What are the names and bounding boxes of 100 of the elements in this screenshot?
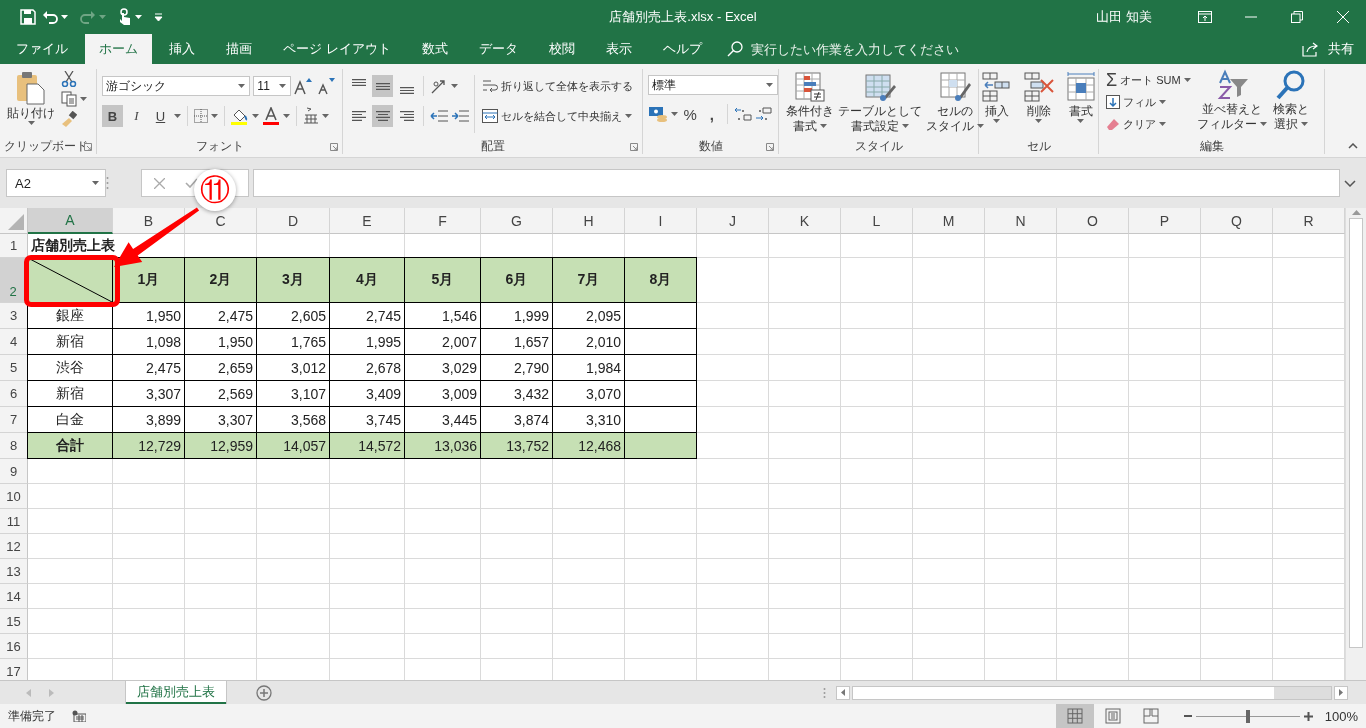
font-size-field[interactable]: 11 [253, 76, 291, 96]
scroll-thumb[interactable] [1349, 218, 1363, 648]
dialog-launcher-icon[interactable] [630, 143, 638, 151]
collapse-ribbon-icon[interactable] [1348, 143, 1358, 149]
increase-decimal-icon[interactable] [734, 106, 752, 122]
row-header[interactable]: 17 [0, 659, 28, 680]
row-header[interactable]: 11 [0, 509, 28, 534]
clear-button[interactable]: クリア [1104, 113, 1193, 135]
cells-button[interactable]: 書式 [1062, 71, 1099, 138]
column-header[interactable]: H [553, 208, 625, 234]
shrink-font-icon[interactable] [317, 77, 337, 95]
ribbon-options-icon[interactable] [1198, 11, 1212, 23]
row-header[interactable]: 6 [0, 381, 28, 407]
row-header[interactable]: 8 [0, 433, 28, 459]
close-icon[interactable] [1337, 11, 1349, 23]
ribbon-tab[interactable]: 校閲 [534, 34, 589, 64]
ribbon-tab[interactable]: ページ レイアウト [269, 34, 405, 64]
ribbon-tab[interactable]: ファイル [2, 34, 82, 64]
decrease-indent-icon[interactable] [430, 109, 448, 123]
row-header[interactable]: 3 [0, 303, 28, 329]
sheet-tab[interactable]: 店舗別売上表 [126, 681, 226, 704]
ribbon-tab[interactable]: 描画 [212, 34, 266, 64]
font-style-button[interactable]: I [126, 105, 147, 127]
column-header[interactable]: F [405, 208, 481, 234]
styles-button[interactable]: テーブルとして 書式設定 [836, 71, 924, 138]
row-header[interactable]: 9 [0, 459, 28, 484]
fill-button[interactable]: フィル [1104, 91, 1193, 113]
scroll-left-button[interactable] [836, 685, 850, 700]
ribbon-tab[interactable]: 挿入 [155, 34, 209, 64]
row-header[interactable]: 14 [0, 584, 28, 609]
tell-me-field[interactable]: 実行したい作業を入力してください [748, 40, 993, 58]
column-header[interactable]: O [1057, 208, 1129, 234]
macro-record-icon[interactable] [72, 710, 86, 722]
column-header[interactable]: A [28, 208, 113, 234]
wrap-text-button[interactable]: 折り返して全体を表示する [480, 75, 635, 97]
ribbon-tab[interactable]: ホーム [85, 34, 152, 64]
column-header[interactable]: G [481, 208, 553, 234]
column-header[interactable]: K [769, 208, 841, 234]
column-header[interactable]: L [841, 208, 913, 234]
share-button[interactable]: 共有 [1290, 34, 1366, 64]
column-header[interactable]: P [1129, 208, 1201, 234]
paste-button[interactable]: 貼り付け [5, 69, 57, 138]
row-header[interactable]: 5 [0, 355, 28, 381]
column-header[interactable]: E [330, 208, 405, 234]
fill-color-icon[interactable] [231, 107, 249, 125]
scroll-right-button[interactable] [1334, 685, 1348, 700]
decrease-decimal-icon[interactable] [755, 106, 773, 122]
cut-icon[interactable] [61, 71, 77, 87]
dialog-launcher-icon[interactable] [330, 143, 338, 151]
row-header[interactable]: 1 [0, 234, 28, 258]
comma-style-button[interactable]: , [702, 103, 722, 125]
orientation-icon[interactable] [430, 77, 448, 95]
formula-input[interactable] [253, 169, 1340, 197]
row-header[interactable]: 7 [0, 407, 28, 433]
name-box[interactable]: A2 [6, 169, 106, 197]
row-header[interactable]: 12 [0, 534, 28, 559]
ribbon-tab[interactable]: データ [464, 34, 532, 64]
align-button[interactable] [372, 105, 393, 127]
scroll-up-icon[interactable] [1351, 210, 1361, 215]
column-header[interactable]: J [697, 208, 769, 234]
format-painter-icon[interactable] [61, 111, 77, 127]
touch-icon[interactable] [118, 8, 132, 26]
row-header[interactable]: 10 [0, 484, 28, 509]
expand-icon[interactable] [1344, 179, 1356, 187]
column-header[interactable]: I [625, 208, 697, 234]
row-header[interactable]: 13 [0, 559, 28, 584]
merge-center-button[interactable]: セルを結合して中央揃え [480, 105, 635, 127]
ribbon-tab[interactable]: 表示 [591, 34, 646, 64]
column-header[interactable]: C [185, 208, 257, 234]
align-button[interactable] [372, 75, 393, 97]
column-header[interactable]: D [257, 208, 330, 234]
add-sheet-icon[interactable] [256, 684, 272, 701]
font-style-button[interactable]: U [150, 105, 171, 127]
editing-button[interactable]: 並べ替えと フィルター [1194, 69, 1269, 138]
borders-icon[interactable] [194, 109, 208, 123]
undo-icon[interactable] [42, 10, 58, 24]
increase-indent-icon[interactable] [451, 109, 469, 123]
ribbon-tab[interactable]: ヘルプ [648, 34, 716, 64]
row-header[interactable]: 16 [0, 634, 28, 659]
editing-button[interactable]: 検索と 選択 [1270, 69, 1311, 138]
dialog-launcher-icon[interactable] [766, 143, 774, 151]
zoom-out-icon[interactable] [1183, 712, 1192, 720]
autosum-button[interactable]: Σ オート SUM [1104, 69, 1193, 91]
restore-icon[interactable] [1291, 11, 1303, 23]
zoom-in-icon[interactable] [1303, 711, 1313, 721]
phonetic-icon[interactable] [303, 107, 319, 125]
cancel-icon[interactable] [154, 177, 165, 189]
number-format-field[interactable]: 標準 [648, 75, 778, 95]
font-color-icon[interactable] [262, 107, 280, 125]
check-icon[interactable] [185, 178, 198, 188]
font-name-field[interactable]: 游ゴシック [102, 76, 251, 96]
column-header[interactable]: M [913, 208, 985, 234]
font-style-button[interactable]: B [102, 105, 123, 127]
column-header[interactable]: R [1273, 208, 1345, 234]
copy-icon[interactable] [61, 91, 77, 107]
view-button[interactable] [1055, 704, 1094, 728]
column-header[interactable]: N [985, 208, 1057, 234]
column-header[interactable]: Q [1201, 208, 1273, 234]
currency-icon[interactable] [648, 106, 668, 122]
column-header[interactable]: B [113, 208, 185, 234]
